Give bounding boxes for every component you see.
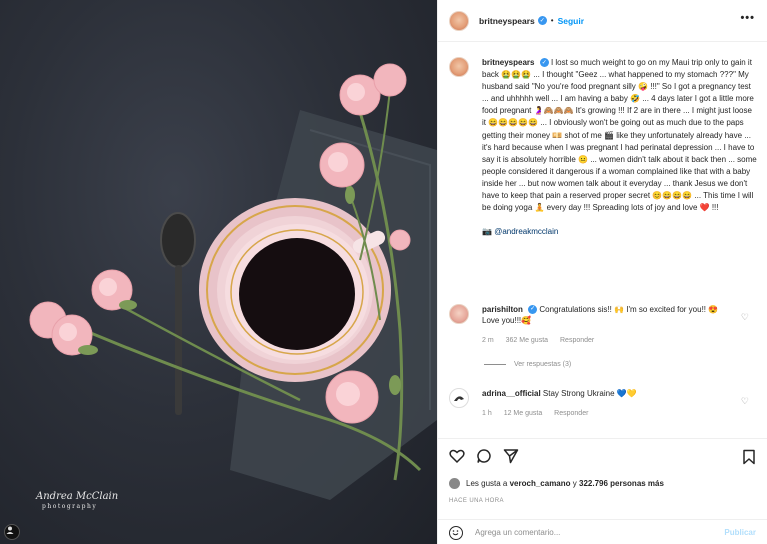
likes-count[interactable]: 322.796 personas más <box>579 479 664 488</box>
comment-meta: 2 m 362 Me gusta Responder <box>482 335 737 346</box>
photo-illustration <box>29 63 437 500</box>
caption-username[interactable]: britneyspears <box>482 58 534 67</box>
post-header: britneyspears ✓ • Seguir ••• <box>438 0 767 42</box>
comment-item: adrina__official Stay Strong Ukraine 💙💛 … <box>449 388 759 419</box>
liker-username[interactable]: veroch_camano <box>510 479 571 488</box>
camera-icon: 📷 <box>482 227 492 237</box>
like-comment-icon[interactable]: ♡ <box>741 312 749 323</box>
liker-avatar[interactable] <box>449 478 460 489</box>
photo-watermark: Andrea McClain photography <box>36 492 118 512</box>
comment-likes[interactable]: 362 Me gusta <box>506 337 548 344</box>
view-replies-button[interactable]: Ver respuestas (3) <box>484 361 571 368</box>
comment-username[interactable]: adrina__official <box>482 389 541 398</box>
action-icons <box>449 448 519 464</box>
post-timestamp[interactable]: HACE UNA HORA <box>449 498 504 504</box>
tagged-user-icon[interactable] <box>4 524 20 540</box>
likes-prefix: Les gusta a <box>466 479 508 488</box>
post-caption: britneyspears ✓ I lost so much weight to… <box>449 57 759 238</box>
comment-meta: 1 h 12 Me gusta Responder <box>482 408 737 419</box>
like-comment-icon[interactable]: ♡ <box>741 396 749 407</box>
avatar[interactable] <box>449 10 469 31</box>
follow-button[interactable]: Seguir <box>558 16 584 26</box>
comment-username[interactable]: parishilton <box>482 305 523 314</box>
avatar[interactable] <box>449 388 469 408</box>
header-separator: • <box>550 16 554 25</box>
post-comment-button[interactable]: Publicar <box>724 528 756 537</box>
reply-button[interactable]: Responder <box>554 410 588 417</box>
caption-text: I lost so much weight to go on my Maui t… <box>482 58 757 213</box>
bookmark-icon[interactable] <box>742 449 756 467</box>
watermark-subtitle: photography <box>42 503 98 510</box>
comment-time[interactable]: 2 m <box>482 337 494 344</box>
comment-input[interactable] <box>475 528 695 537</box>
heart-icon[interactable] <box>449 448 465 464</box>
post-side-panel: britneyspears ✓ • Seguir ••• britneyspea… <box>437 0 767 544</box>
add-comment-bar: Publicar <box>438 519 767 544</box>
header-username[interactable]: britneyspears <box>479 16 535 26</box>
verified-icon: ✓ <box>528 305 538 315</box>
comment-likes[interactable]: 12 Me gusta <box>504 410 543 417</box>
post-actions: Les gusta a veroch_camano y 322.796 pers… <box>438 438 767 544</box>
likes-middle: y <box>572 479 577 488</box>
avatar[interactable] <box>449 57 469 77</box>
comment-time[interactable]: 1 h <box>482 410 492 417</box>
emoji-icon[interactable] <box>449 525 463 540</box>
comment-icon[interactable] <box>476 448 492 464</box>
comments-list[interactable]: britneyspears ✓ I lost so much weight to… <box>438 43 767 438</box>
watermark-name: Andrea McClain <box>36 491 119 502</box>
verified-icon: ✓ <box>537 16 547 25</box>
more-options-icon[interactable]: ••• <box>740 12 755 24</box>
avatar[interactable] <box>449 304 469 324</box>
comment-text: Stay Strong Ukraine 💙💛 <box>542 389 637 398</box>
likes-summary: Les gusta a veroch_camano y 322.796 pers… <box>449 478 664 489</box>
replies-divider <box>484 364 506 365</box>
comment-item: parishilton ✓ Congratulations sis!! 🙌 I'… <box>449 304 759 346</box>
caption-verified-icon: ✓ <box>539 58 549 68</box>
share-icon[interactable] <box>503 448 519 464</box>
photographer-mention[interactable]: @andreakmcclain <box>494 227 558 236</box>
reply-button[interactable]: Responder <box>560 337 594 344</box>
post-photo[interactable]: Andrea McClain photography <box>0 0 437 544</box>
view-replies-label: Ver respuestas (3) <box>514 361 572 368</box>
